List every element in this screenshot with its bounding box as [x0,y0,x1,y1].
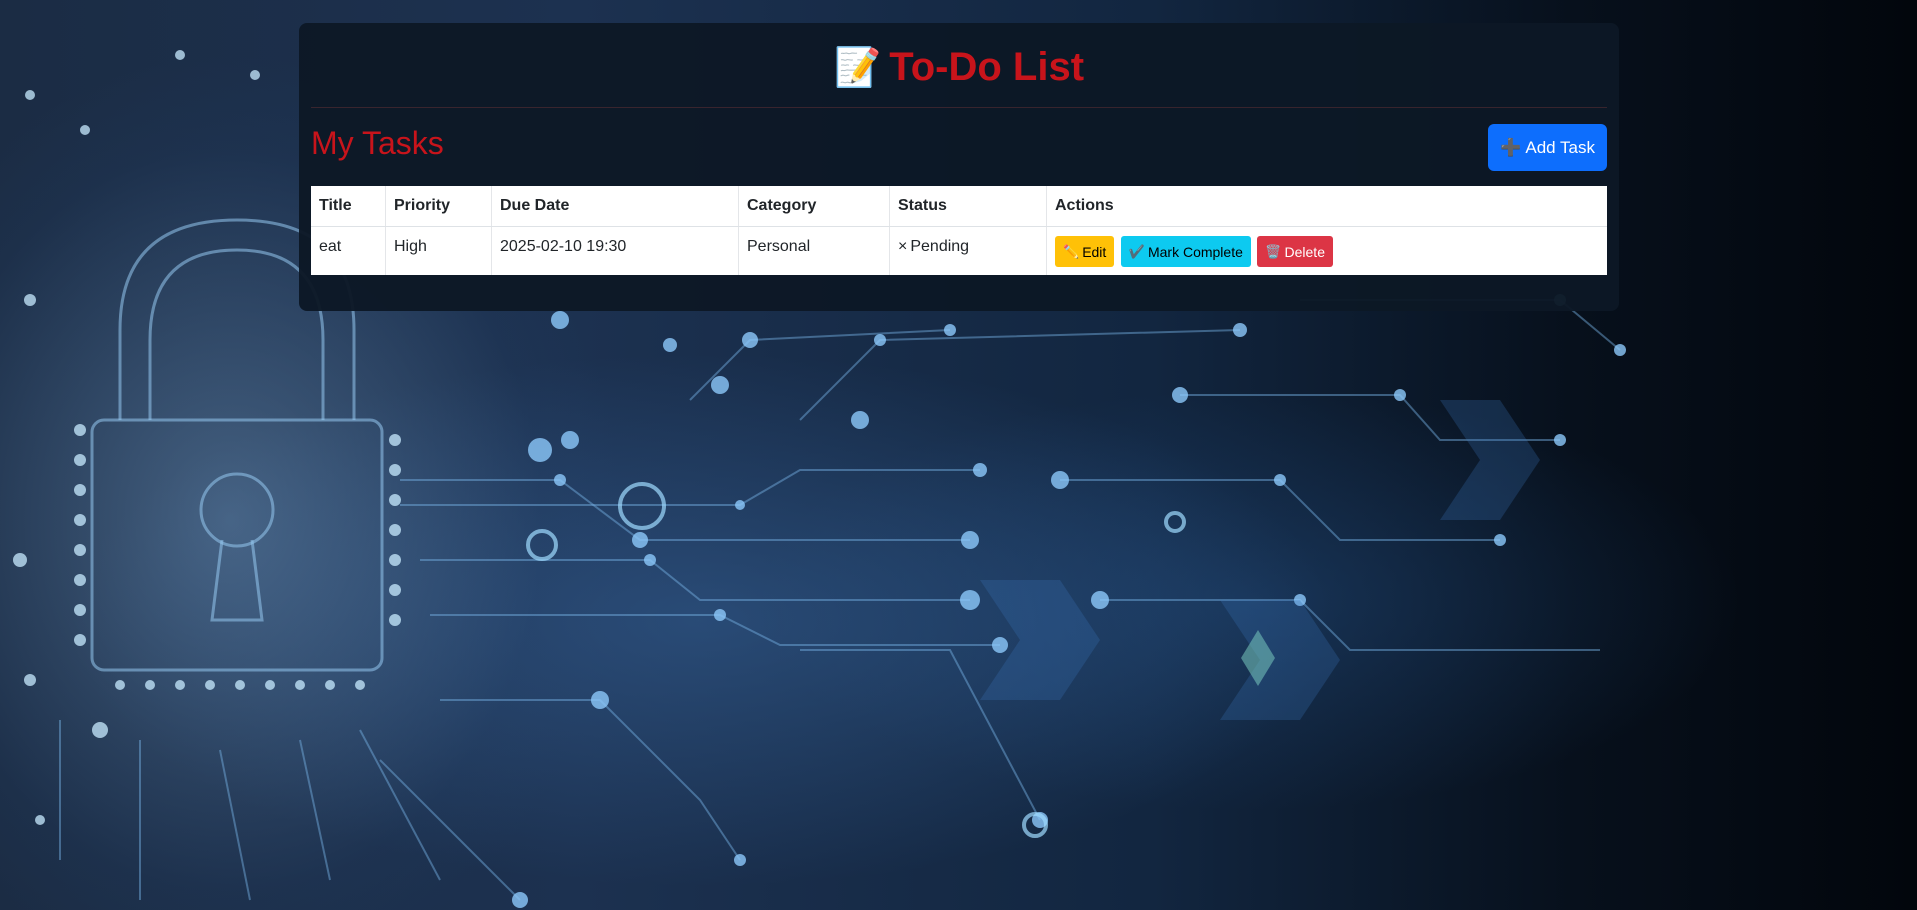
column-header-actions: Actions [1046,186,1607,227]
edit-button[interactable]: ✏️ Edit [1055,236,1115,267]
tasks-heading: My Tasks [311,125,444,161]
mark-complete-button[interactable]: ✔️ Mark Complete [1120,236,1251,267]
todo-panel: 📝 To-Do List My Tasks ➕ Add Task Title Pri… [299,23,1619,311]
task-due-date: 2025-02-10 19:30 [491,226,739,275]
task-priority: High [385,226,492,275]
column-header-status: Status [889,186,1047,227]
x-icon: × [898,238,908,255]
edit-label: Edit [1082,243,1107,260]
mark-complete-label: Mark Complete [1147,243,1243,260]
column-header-due-date: Due Date [491,186,739,227]
plus-icon: ➕ [1500,137,1522,157]
add-task-label: Add Task [1525,137,1595,157]
check-icon: ✔️ [1128,243,1145,259]
delete-label: Delete [1284,243,1325,260]
task-title: eat [311,226,386,275]
pencil-icon: ✏️ [1063,243,1080,259]
page-title: 📝 To-Do List [299,43,1619,92]
tasks-table: Title Priority Due Date Category Status … [311,186,1607,275]
page-title-text: To-Do List [889,45,1085,89]
delete-button[interactable]: 🗑️ Delete [1257,236,1333,267]
column-header-category: Category [738,186,890,227]
table-header-row: Title Priority Due Date Category Status … [311,186,1607,227]
column-header-title: Title [311,186,386,227]
task-actions: ✏️ Edit ✔️ Mark Complete 🗑️ Delete [1047,227,1608,275]
task-status-text: Pending [910,238,970,255]
task-status: × Pending [889,226,1047,275]
add-task-button[interactable]: ➕ Add Task [1488,124,1607,171]
trash-icon: 🗑️ [1265,243,1282,259]
table-row: eat High 2025-02-10 19:30 Personal × Pend… [311,226,1608,275]
task-category: Personal [738,226,890,275]
column-header-priority: Priority [385,186,492,227]
title-divider [311,107,1607,108]
memo-icon: 📝 [833,47,882,89]
